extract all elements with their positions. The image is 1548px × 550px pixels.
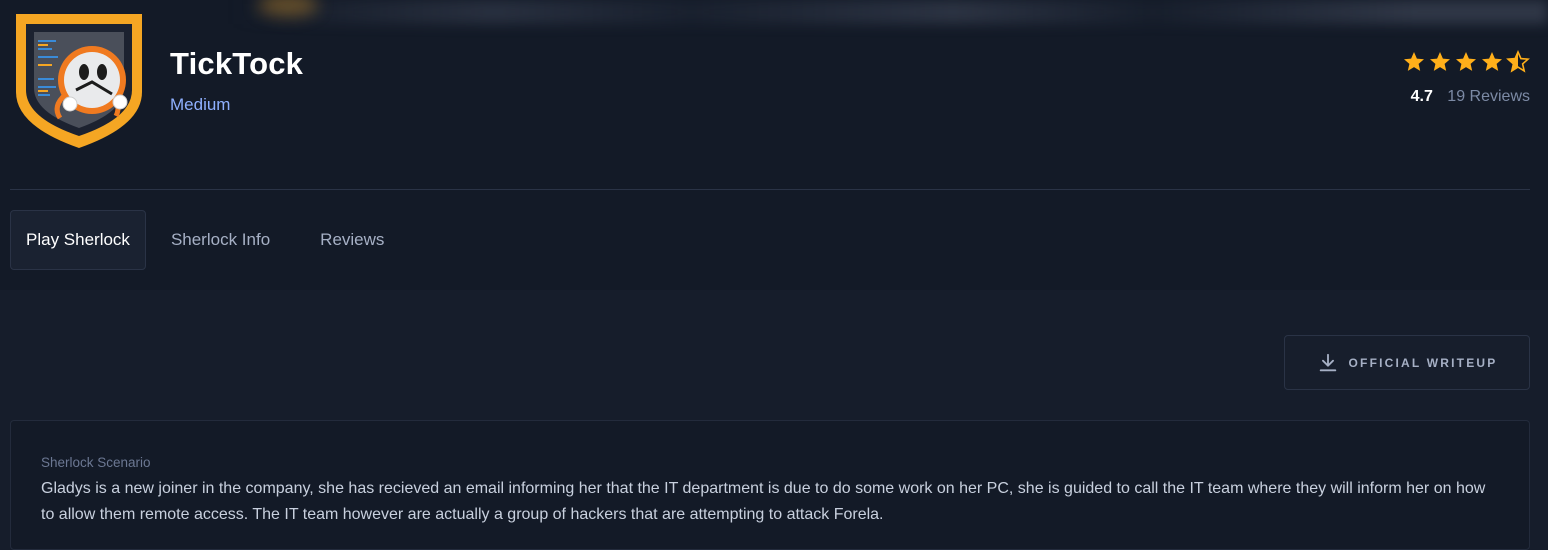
- official-writeup-button[interactable]: OFFICIAL WRITEUP: [1284, 335, 1530, 390]
- star-full-icon: [1430, 52, 1450, 71]
- sherlock-title: TickTock: [170, 46, 304, 81]
- star-rating: [1402, 50, 1530, 76]
- scenario-text: Gladys is a new joiner in the company, s…: [41, 480, 1486, 523]
- blurred-background-strip: [230, 0, 1548, 24]
- header-divider: [10, 189, 1530, 190]
- difficulty-label: Medium: [170, 95, 231, 114]
- tab-play-sherlock[interactable]: Play Sherlock: [10, 210, 146, 270]
- rating-summary: 4.7 19 Reviews: [1402, 50, 1530, 106]
- writeup-button-label: OFFICIAL WRITEUP: [1348, 355, 1498, 370]
- download-icon: [1319, 353, 1336, 371]
- sherlock-logo: [8, 8, 150, 150]
- scenario-heading: Sherlock Scenario: [41, 455, 151, 470]
- star-half-icon: [1506, 50, 1530, 73]
- star-full-icon: [1404, 52, 1424, 71]
- rating-value: 4.7: [1410, 88, 1433, 105]
- tab-sherlock-info[interactable]: Sherlock Info: [146, 210, 295, 270]
- star-full-icon: [1456, 52, 1476, 71]
- reviews-count-link[interactable]: 19 Reviews: [1447, 88, 1530, 105]
- star-full-icon: [1482, 52, 1502, 71]
- tab-bar: Play Sherlock Sherlock Info Reviews: [10, 210, 409, 270]
- scenario-card: Sherlock Scenario Gladys is a new joiner…: [10, 420, 1530, 550]
- tab-reviews[interactable]: Reviews: [295, 210, 409, 270]
